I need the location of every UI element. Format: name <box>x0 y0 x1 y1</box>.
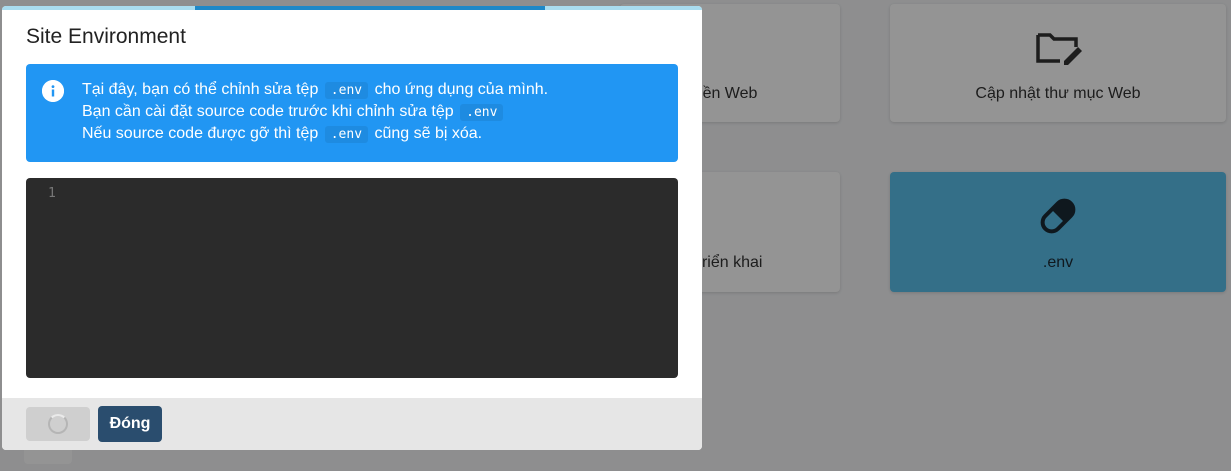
info-alert: Tại đây, bạn có thể chỉnh sửa tệp .env c… <box>26 64 678 162</box>
alert-text: cho ứng dụng của mình. <box>374 81 549 98</box>
alert-text: Tại đây, bạn có thể chỉnh sửa tệp <box>82 81 319 98</box>
alert-text: Nếu source code được gỡ thì tệp <box>82 125 319 142</box>
site-environment-modal: Site Environment Tại đây, bạn có thể chỉ… <box>2 6 702 450</box>
info-icon <box>42 80 64 102</box>
alert-line-2: Bạn cần cài đặt source code trước khi ch… <box>82 101 548 123</box>
env-code-editor[interactable]: 1 <box>26 178 678 378</box>
alert-line-1: Tại đây, bạn có thể chỉnh sửa tệp .env c… <box>82 79 548 101</box>
alert-text: Bạn cần cài đặt source code trước khi ch… <box>82 103 454 120</box>
alert-line-3: Nếu source code được gỡ thì tệp .env cũn… <box>82 123 548 145</box>
modal-footer: Đóng <box>2 398 702 450</box>
loading-spinner-icon <box>48 414 68 434</box>
env-code: .env <box>324 126 369 143</box>
save-button-loading[interactable] <box>26 407 90 441</box>
line-number: 1 <box>48 186 56 201</box>
progress-fill <box>194 6 545 10</box>
env-code: .env <box>324 82 369 99</box>
progress-bar <box>2 6 702 10</box>
alert-text: cũng sẽ bị xóa. <box>374 125 483 142</box>
close-button[interactable]: Đóng <box>98 406 162 442</box>
env-code: .env <box>460 104 504 121</box>
modal-title: Site Environment <box>26 25 186 48</box>
